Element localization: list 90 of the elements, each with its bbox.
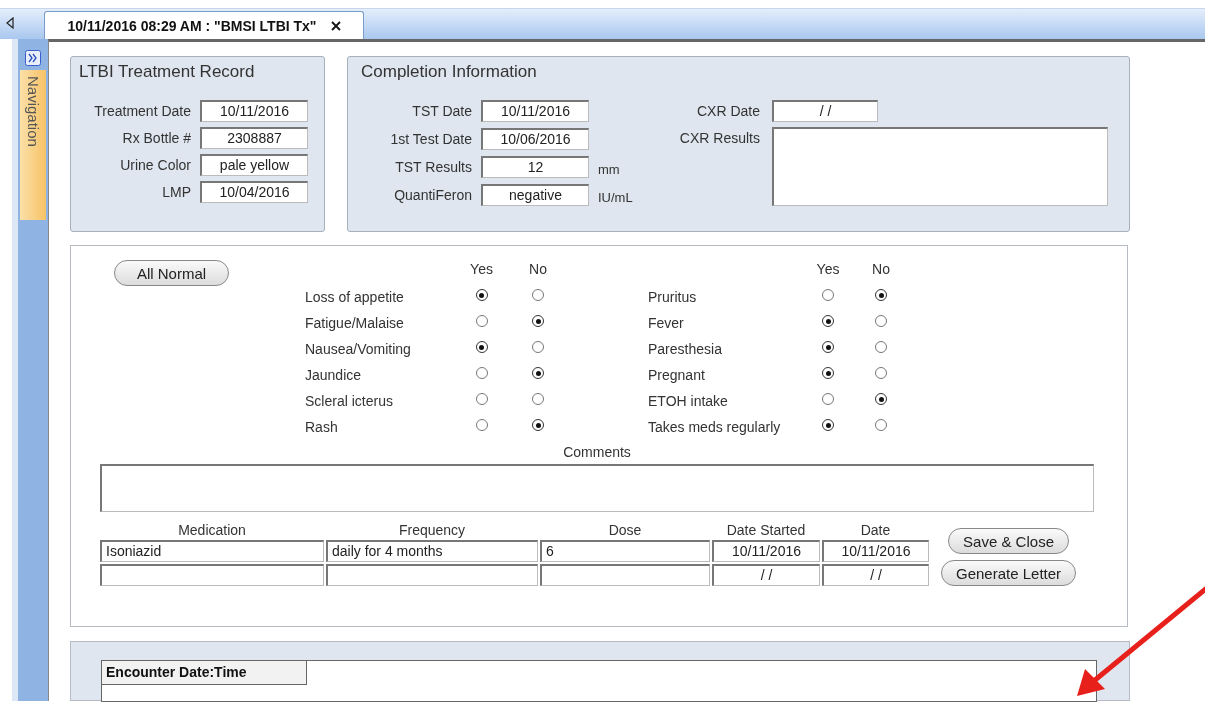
- input-field[interactable]: 2308887: [200, 127, 308, 149]
- radio-button[interactable]: [822, 367, 834, 379]
- symptom-label: Fatigue/Malaise: [305, 314, 405, 331]
- input-field[interactable]: pale yellow: [200, 154, 308, 176]
- radio-button[interactable]: [822, 289, 834, 301]
- column-header: Date Started: [725, 522, 807, 538]
- action-button[interactable]: Save & Close: [948, 528, 1069, 554]
- input-field[interactable]: [540, 564, 710, 586]
- radio-button[interactable]: [475, 367, 488, 379]
- input-field[interactable]: 6: [540, 540, 710, 562]
- column-header: Dose: [607, 522, 643, 538]
- column-header: No: [528, 261, 548, 277]
- field-label: Treatment Date: [93, 103, 191, 119]
- input-field[interactable]: 10/11/2016: [200, 100, 308, 122]
- radio-button[interactable]: [475, 315, 488, 327]
- symptom-label: Scleral icterus: [305, 392, 394, 409]
- symptom-label: Fever: [648, 314, 685, 331]
- close-icon[interactable]: [330, 20, 341, 31]
- radio-button[interactable]: [475, 393, 488, 405]
- symptom-label: ETOH intake: [648, 392, 729, 409]
- symptom-label: Takes meds regularly: [648, 418, 782, 435]
- radio-button[interactable]: [475, 289, 488, 301]
- symptom-label: Pruritus: [648, 288, 698, 305]
- field-label: TST Results: [394, 158, 472, 175]
- text-area[interactable]: [772, 127, 1108, 206]
- input-field[interactable]: [100, 564, 324, 586]
- field-label: Rx Bottle #: [121, 130, 191, 146]
- input-field[interactable]: / /: [712, 564, 820, 586]
- radio-button[interactable]: [532, 289, 544, 301]
- symptom-label: Nausea/Vomiting: [305, 340, 412, 357]
- document-tab[interactable]: 10/11/2016 08:29 AM : "BMSI LTBI Tx": [44, 11, 364, 39]
- unit-label: IU/mL: [598, 189, 634, 206]
- input-field[interactable]: 10/06/2016: [481, 128, 589, 151]
- input-field[interactable]: negative: [481, 183, 589, 206]
- comments-field[interactable]: [100, 464, 1094, 512]
- radio-button[interactable]: [875, 315, 887, 327]
- radio-button[interactable]: [875, 289, 887, 301]
- input-field[interactable]: daily for 4 months: [326, 540, 538, 562]
- radio-button[interactable]: [822, 419, 834, 431]
- symptom-label: Pregnant: [648, 366, 706, 383]
- column-header: Medication: [177, 522, 247, 538]
- radio-button[interactable]: [822, 315, 834, 327]
- column-header: Date: [859, 522, 892, 538]
- column-header: Yes: [815, 261, 841, 277]
- column-header: No: [871, 261, 891, 277]
- radio-button[interactable]: [822, 341, 834, 353]
- radio-button[interactable]: [875, 341, 887, 353]
- radio-button[interactable]: [532, 393, 544, 405]
- field-label: Urine Color: [119, 157, 191, 173]
- expand-icon[interactable]: [25, 50, 41, 66]
- field-label: LMP: [161, 184, 191, 200]
- scroll-left-icon[interactable]: [6, 17, 14, 29]
- input-field[interactable]: / /: [822, 564, 929, 586]
- action-button[interactable]: Generate Letter: [941, 560, 1077, 586]
- symptom-label: Jaundice: [305, 366, 363, 383]
- comments-label: Comments: [562, 444, 632, 460]
- field-label: CXR Results: [678, 129, 760, 148]
- input-field[interactable]: [326, 564, 538, 586]
- all-normal-button[interactable]: All Normal: [114, 260, 229, 286]
- symptom-label: Rash: [305, 418, 339, 435]
- unit-label: mm: [598, 161, 621, 178]
- symptom-label: Loss of appetite: [305, 288, 405, 305]
- panel-title: LTBI Treatment Record: [79, 62, 256, 82]
- input-field[interactable]: 10/11/2016: [481, 100, 589, 123]
- input-field[interactable]: 12: [481, 155, 589, 178]
- symptom-label: Paresthesia: [648, 340, 723, 357]
- panel-title: Completion Information: [361, 62, 538, 82]
- column-header: Yes: [469, 261, 494, 277]
- input-field[interactable]: / /: [772, 100, 878, 122]
- field-label: CXR Date: [695, 102, 760, 121]
- radio-button[interactable]: [532, 315, 544, 327]
- radio-button[interactable]: [875, 419, 887, 431]
- radio-button[interactable]: [532, 419, 544, 431]
- radio-button[interactable]: [475, 419, 488, 431]
- input-field[interactable]: 10/11/2016: [822, 540, 929, 562]
- radio-button[interactable]: [875, 367, 887, 379]
- radio-button[interactable]: [475, 341, 488, 353]
- input-field[interactable]: Isoniazid: [100, 540, 324, 562]
- field-label: TST Date: [411, 103, 472, 120]
- field-label: 1st Test Date: [389, 131, 472, 148]
- radio-button[interactable]: [822, 393, 834, 405]
- radio-button[interactable]: [532, 341, 544, 353]
- input-field[interactable]: 10/11/2016: [712, 540, 820, 562]
- column-header: Frequency: [397, 522, 467, 538]
- navigation-tab[interactable]: Navigation: [20, 70, 46, 220]
- field-label: QuantiFeron: [393, 186, 472, 203]
- radio-button[interactable]: [875, 393, 887, 405]
- radio-button[interactable]: [532, 367, 544, 379]
- column-header: Encounter Date:Time: [102, 661, 307, 685]
- input-field[interactable]: 10/04/2016: [200, 181, 308, 203]
